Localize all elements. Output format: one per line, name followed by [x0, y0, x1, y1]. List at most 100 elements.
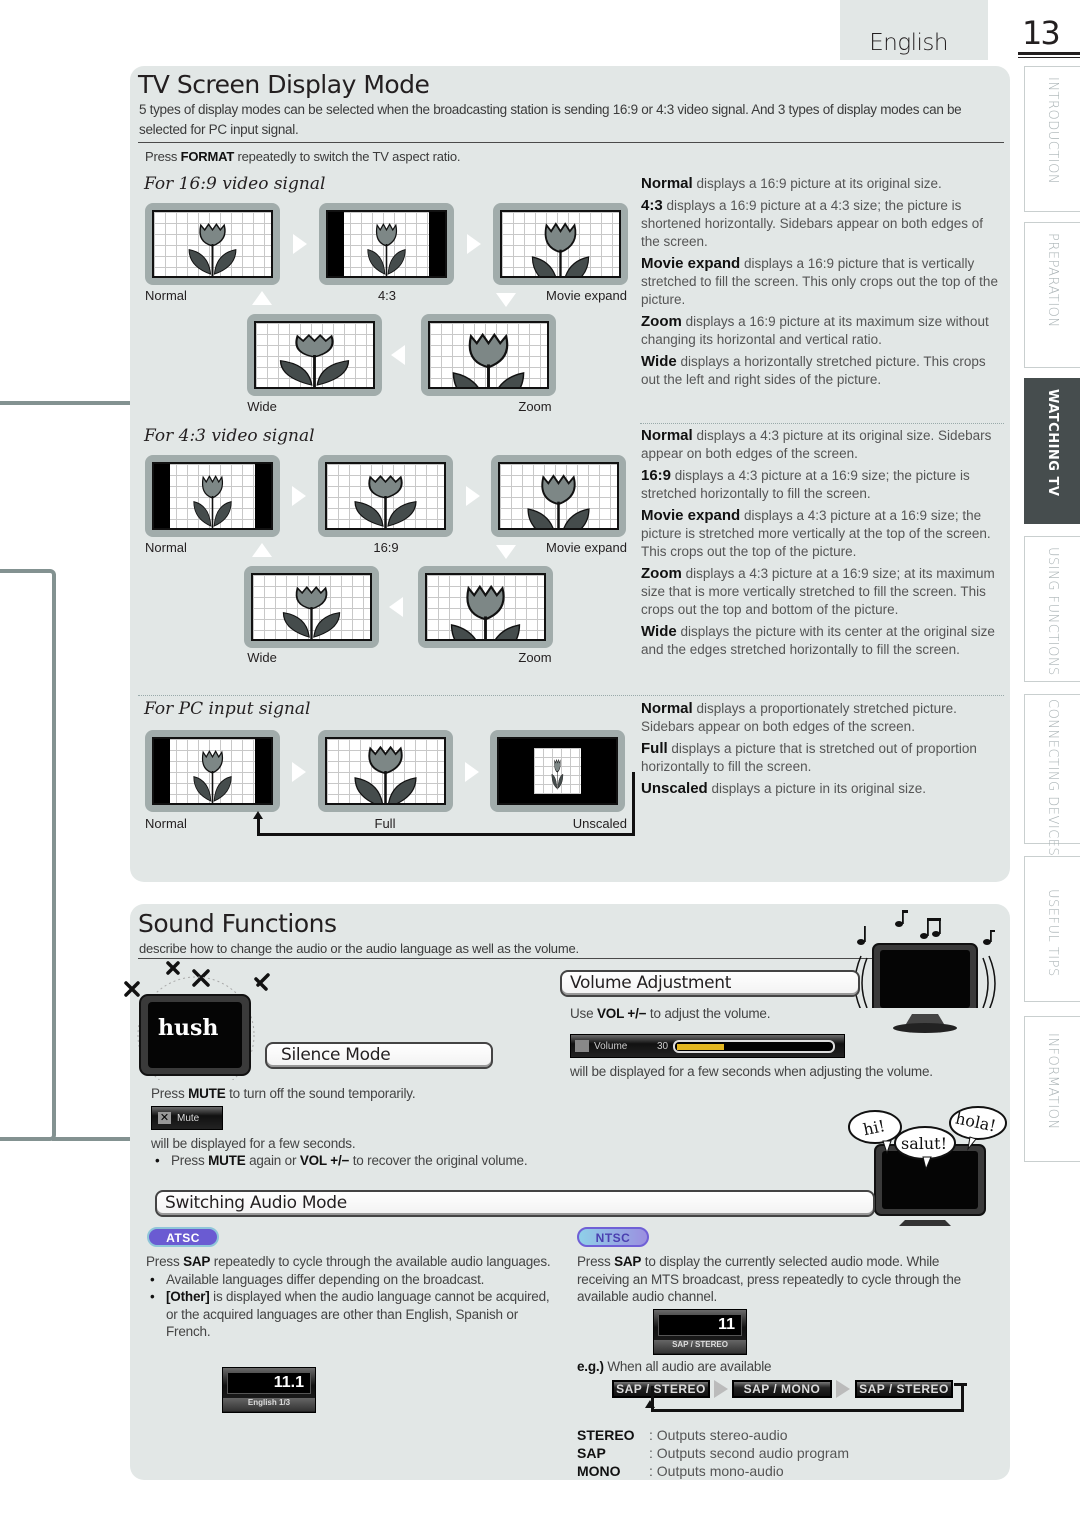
sound-intro: describe how to change the audio or the … [139, 941, 579, 956]
desc-item: Movie expand displays a 4:3 picture at a… [641, 507, 991, 559]
tulip-icon [452, 332, 525, 387]
ntsc-instruction: Press SAP to display the currently selec… [577, 1254, 961, 1304]
display-mode-intro: 5 types of display modes can be selected… [139, 102, 962, 137]
cycle-return-line [954, 1383, 967, 1386]
desc-item: 16:9 displays a 4:3 picture at a 16:9 si… [641, 467, 970, 501]
tv-screen-thumbnail [493, 203, 628, 285]
silence-mode-heading: Silence Mode [265, 1042, 493, 1069]
tv-screen-thumbnail [145, 455, 280, 537]
mode-label: Zoom [518, 650, 552, 665]
speech-text: salut! [901, 1134, 947, 1153]
x-marks-icon [124, 961, 270, 997]
desc-item: Wide displays a horizontally stretched p… [641, 353, 986, 387]
flow-arrow-icon [252, 543, 272, 557]
tulip-icon [354, 474, 417, 528]
mode-label: Movie expand [546, 540, 627, 555]
mode-descriptions-pc: Normal displays a proportionately stretc… [641, 700, 1001, 802]
section-heading-4-3: For 4:3 video signal [144, 426, 315, 446]
section-heading-16-9: For 16:9 video signal [144, 174, 326, 194]
example-label: e.g.) When all audio are available [577, 1359, 772, 1374]
tv-screen-thumbnail [318, 455, 453, 537]
legend-row: STEREO: Outputs stereo-audio [577, 1427, 788, 1443]
side-tab-useful-tips[interactable]: USEFUL TIPS [1024, 856, 1080, 1002]
sound-title: Sound Functions [138, 909, 337, 938]
tv-screen-thumbnail [490, 730, 625, 812]
flow-arrow-icon [391, 345, 405, 365]
flow-arrow-icon [292, 762, 306, 782]
atsc-badge: ATSC [147, 1227, 219, 1247]
flow-arrow-icon [292, 486, 306, 506]
tulip-icon [551, 758, 564, 790]
cycle-return-line [632, 772, 635, 820]
music-note-icon [857, 910, 995, 945]
switching-audio-heading: Switching Audio Mode [155, 1190, 875, 1217]
flow-arrow-icon [467, 234, 481, 254]
tulip-icon [531, 222, 590, 276]
osd-channel: 11.1 [227, 1372, 311, 1394]
side-tab-introduction[interactable]: INTRODUCTION [1024, 66, 1080, 212]
tulip-icon [367, 222, 406, 276]
atsc-channel-osd: 11.1 English 1/3 [222, 1367, 316, 1413]
cycle-return-line [257, 818, 635, 836]
connector-line [52, 1137, 132, 1141]
flow-arrow-icon [252, 291, 272, 305]
flow-arrow-icon [465, 762, 479, 782]
volume-osd-value: 30 [657, 1041, 669, 1052]
side-tab-using-functions[interactable]: USING FUNCTIONS [1024, 536, 1080, 682]
mute-icon: ✕ [158, 1112, 171, 1124]
mode-label: Movie expand [546, 288, 627, 303]
tulip-icon [188, 222, 237, 276]
hush-tv-illustration: hush [124, 961, 270, 1080]
side-tab-connecting-devices[interactable]: CONNECTING DEVICES [1024, 694, 1080, 856]
mute-osd: ✕ Mute [151, 1106, 223, 1130]
page-number-underline [1018, 52, 1080, 55]
tv-screen-thumbnail [145, 730, 280, 812]
side-tab-information[interactable]: INFORMATION [1024, 1016, 1080, 1162]
tv-stand [893, 1014, 957, 1033]
tv-screen-thumbnail [319, 203, 454, 285]
atsc-instruction: Press SAP repeatedly to cycle through th… [146, 1254, 551, 1269]
dotted-divider [640, 423, 1004, 424]
cycle-return-arrow-icon [253, 811, 263, 819]
tulip-icon [193, 474, 232, 528]
cycle-return-line [651, 1386, 964, 1412]
atsc-bullet: Available languages differ depending on … [146, 1271, 556, 1289]
osd-audio-language: English 1/3 [223, 1398, 315, 1411]
tulip-icon [527, 474, 590, 528]
flow-arrow-icon [466, 486, 480, 506]
tv-screen-thumbnail [421, 314, 556, 396]
side-tab-preparation[interactable]: PREPARATION [1024, 222, 1080, 368]
section-heading-pc: For PC input signal [144, 699, 311, 719]
connector-bracket [0, 569, 56, 1141]
mode-label: Normal [145, 540, 187, 555]
mute-note: will be displayed for a few seconds. [151, 1136, 356, 1151]
tulip-icon [193, 749, 232, 803]
tv-screen-thumbnail [318, 730, 453, 812]
flow-arrow-icon [496, 293, 516, 307]
mode-descriptions-4-3: Normal displays a 4:3 picture at its ori… [641, 427, 1001, 663]
mode-label: Normal [145, 816, 187, 831]
cycle-return-arrow-icon [645, 1400, 655, 1408]
hush-text: hush [158, 1015, 218, 1041]
flow-arrow-icon [389, 597, 403, 617]
connector-line [0, 401, 132, 405]
format-instruction: Press FORMAT repeatedly to switch the TV… [145, 149, 461, 164]
tulip-icon [282, 585, 341, 639]
page-number-underline-thin [1018, 57, 1080, 58]
language-label: English [869, 30, 948, 56]
atsc-bullet: [Other] is displayed when the audio lang… [146, 1288, 556, 1341]
language-tab: English [840, 0, 988, 60]
mode-label: Wide [247, 399, 277, 414]
volume-note: will be displayed for a few seconds when… [570, 1064, 933, 1079]
desc-item: Zoom displays a 4:3 picture at a 16:9 si… [641, 565, 995, 617]
mode-label: Zoom [518, 399, 552, 414]
tv-screen-thumbnail [145, 203, 280, 285]
volume-slider[interactable] [673, 1040, 835, 1053]
flow-arrow-icon [496, 545, 516, 559]
mode-label: Wide [247, 650, 277, 665]
mode-label: 16:9 [373, 540, 399, 555]
side-tab-watching-tv[interactable]: WATCHING TV [1024, 378, 1080, 524]
mode-label: 4:3 [377, 288, 397, 303]
tv-screen-thumbnail [244, 566, 379, 648]
volume-instruction: Use VOL +/− to adjust the volume. [570, 1006, 771, 1021]
